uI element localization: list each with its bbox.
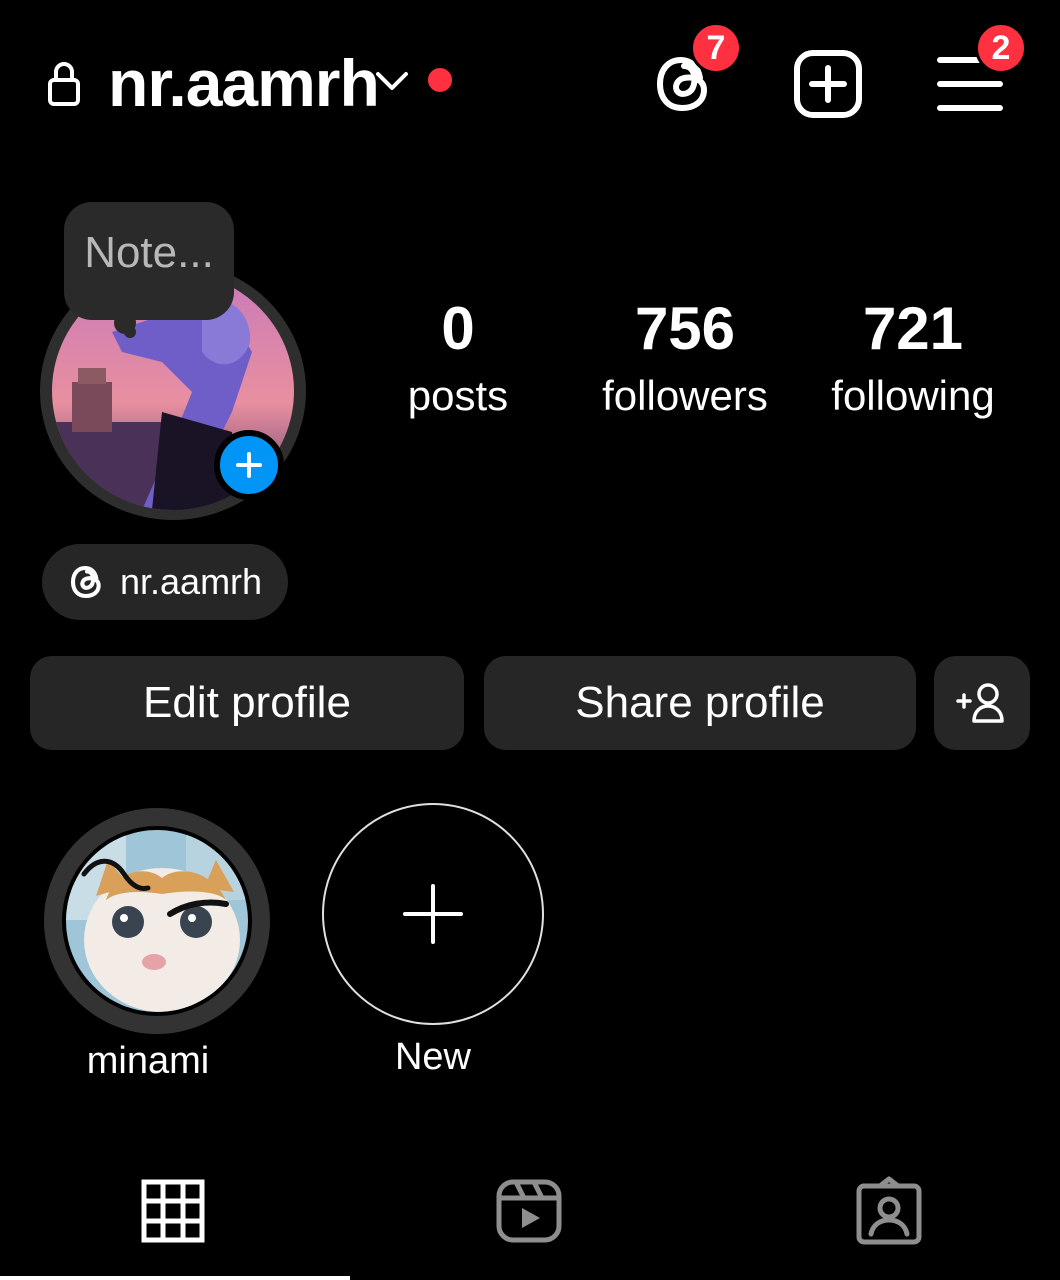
following-count: 721 (862, 295, 964, 362)
threads-notification-badge: 7 (690, 22, 742, 74)
posts-stat[interactable]: 0 posts (363, 296, 553, 424)
share-profile-button[interactable]: Share profile (484, 656, 916, 750)
menu-notification-badge: 2 (975, 22, 1027, 74)
followers-stat[interactable]: 756 followers (590, 296, 780, 424)
following-stat[interactable]: 721 following (818, 296, 1008, 424)
plus-icon (236, 452, 262, 478)
note-bubble-tail-dot (124, 326, 136, 338)
followers-count: 756 (634, 295, 736, 362)
unread-dot (428, 68, 452, 92)
highlight-minami-image (62, 826, 252, 1016)
note-bubble[interactable]: Note... (64, 202, 234, 320)
following-label: following (831, 372, 995, 419)
posts-count: 0 (441, 295, 475, 362)
new-highlight-button[interactable] (322, 803, 544, 1025)
new-highlight-label: New (394, 1036, 472, 1078)
reels-icon[interactable] (494, 1176, 564, 1246)
account-username[interactable]: nr.aamrh (108, 40, 380, 126)
highlight-minami-label: minami (86, 1040, 210, 1082)
active-tab-indicator (0, 1276, 350, 1280)
add-person-icon (956, 683, 1004, 723)
posts-label: posts (407, 372, 509, 419)
note-placeholder: Note... (84, 228, 214, 277)
profile-header: nr.aamrh 7 2 (0, 0, 1060, 170)
followers-label: followers (602, 372, 768, 419)
plus-icon (403, 884, 463, 944)
edit-profile-button[interactable]: Edit profile (30, 656, 464, 750)
create-post-icon[interactable] (792, 48, 864, 120)
add-story-button[interactable] (214, 430, 284, 500)
chevron-down-icon[interactable] (372, 66, 412, 96)
lock-icon (48, 62, 80, 106)
threads-icon (70, 565, 101, 599)
threads-handle: nr.aamrh (120, 561, 263, 602)
tagged-icon[interactable] (854, 1176, 924, 1246)
threads-profile-link[interactable]: nr.aamrh (42, 544, 288, 620)
cat-image (66, 830, 248, 1012)
discover-people-button[interactable] (934, 656, 1030, 750)
grid-icon[interactable] (138, 1176, 208, 1246)
